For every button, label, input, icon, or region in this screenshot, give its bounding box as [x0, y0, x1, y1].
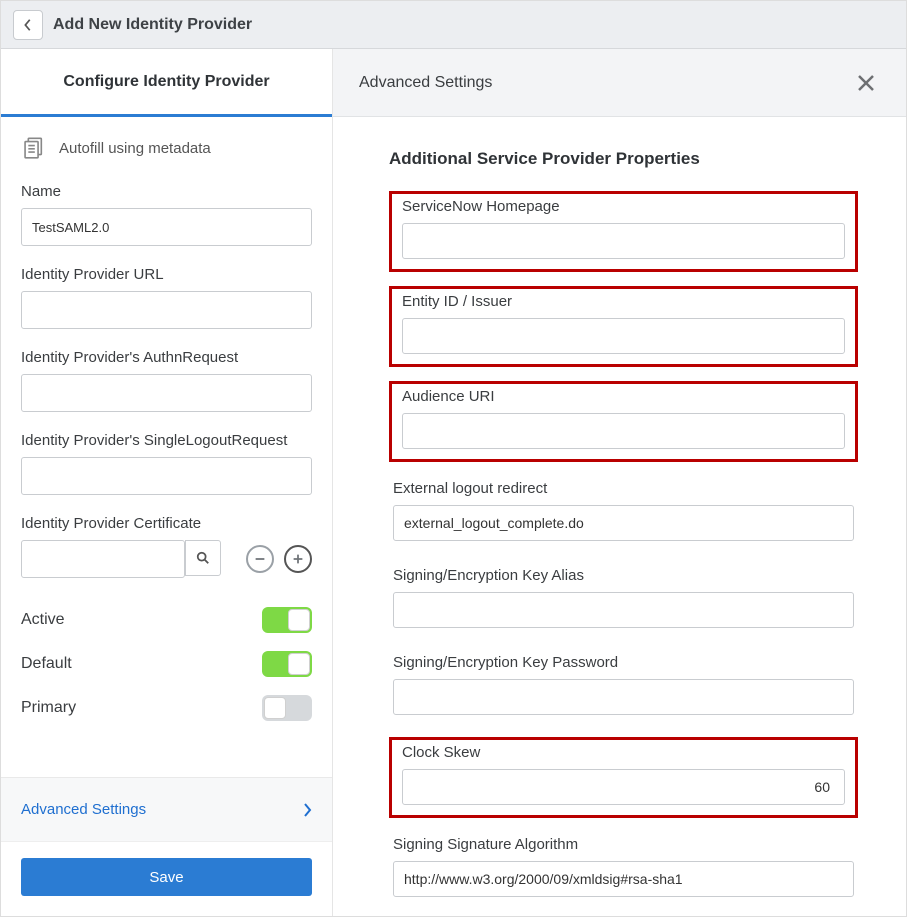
page-title: Add New Identity Provider [53, 16, 252, 34]
keyalias-input[interactable] [393, 592, 854, 628]
name-label: Name [21, 183, 312, 200]
clockskew-input[interactable] [402, 769, 845, 805]
audience-label: Audience URI [402, 388, 845, 405]
homepage-input[interactable] [402, 223, 845, 259]
sigalg-label: Signing Signature Algorithm [393, 836, 854, 853]
authn-label: Identity Provider's AuthnRequest [21, 349, 312, 366]
plus-icon [291, 552, 305, 566]
top-bar: Add New Identity Provider [1, 1, 906, 49]
primary-toggle[interactable] [262, 695, 312, 721]
right-pane-title: Advanced Settings [359, 74, 492, 92]
default-toggle[interactable] [262, 651, 312, 677]
cert-label: Identity Provider Certificate [21, 515, 312, 532]
close-button[interactable] [852, 69, 880, 97]
save-button[interactable]: Save [21, 858, 312, 896]
idp-url-label: Identity Provider URL [21, 266, 312, 283]
audience-input[interactable] [402, 413, 845, 449]
slo-input[interactable] [21, 457, 312, 495]
entity-label: Entity ID / Issuer [402, 293, 845, 310]
chevron-right-icon [302, 802, 312, 818]
right-pane: Advanced Settings Additional Service Pro… [333, 49, 906, 916]
clockskew-label: Clock Skew [402, 744, 845, 761]
extlogout-label: External logout redirect [393, 480, 854, 497]
advanced-settings-link[interactable]: Advanced Settings [1, 777, 332, 841]
homepage-label: ServiceNow Homepage [402, 198, 845, 215]
cert-add-button[interactable] [284, 545, 312, 573]
cert-remove-button[interactable] [246, 545, 274, 573]
default-label: Default [21, 655, 72, 673]
close-icon [856, 73, 876, 93]
slo-label: Identity Provider's SingleLogoutRequest [21, 432, 312, 449]
back-button[interactable] [13, 10, 43, 40]
autofill-label: Autofill using metadata [59, 140, 211, 157]
left-pane: Configure Identity Provider Autofill usi… [1, 49, 333, 916]
extlogout-input[interactable] [393, 505, 854, 541]
search-icon [196, 551, 210, 565]
keypass-input[interactable] [393, 679, 854, 715]
name-input[interactable] [21, 208, 312, 246]
idp-url-input[interactable] [21, 291, 312, 329]
left-pane-header: Configure Identity Provider [1, 49, 332, 117]
advanced-settings-label: Advanced Settings [21, 801, 146, 818]
active-toggle[interactable] [262, 607, 312, 633]
minus-icon [253, 552, 267, 566]
section-title: Additional Service Provider Properties [389, 149, 858, 169]
chevron-left-icon [23, 18, 33, 32]
active-label: Active [21, 611, 65, 629]
authn-input[interactable] [21, 374, 312, 412]
entity-input[interactable] [402, 318, 845, 354]
sigalg-input[interactable] [393, 861, 854, 897]
cert-lookup-button[interactable] [185, 540, 221, 576]
keypass-label: Signing/Encryption Key Password [393, 654, 854, 671]
primary-label: Primary [21, 699, 76, 717]
document-stack-icon [21, 135, 47, 161]
autofill-metadata[interactable]: Autofill using metadata [21, 135, 312, 161]
keyalias-label: Signing/Encryption Key Alias [393, 567, 854, 584]
cert-input[interactable] [21, 540, 185, 578]
